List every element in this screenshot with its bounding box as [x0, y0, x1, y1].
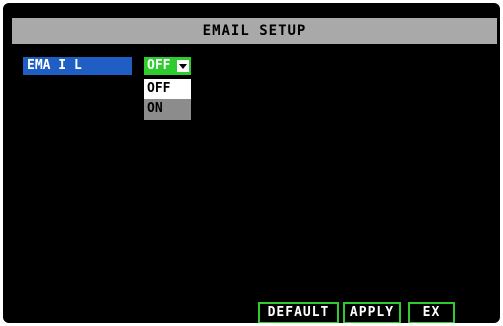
- dvr-screen: EMAIL SETUP EMA I L OFF OFF ON DEFAULT A…: [3, 3, 500, 323]
- apply-button[interactable]: APPLY: [343, 302, 401, 323]
- page-title: EMAIL SETUP: [12, 18, 497, 44]
- chevron-down-icon[interactable]: [177, 60, 189, 72]
- dropdown-option-on[interactable]: ON: [144, 99, 191, 120]
- email-select-value: OFF: [147, 58, 171, 73]
- email-label: EMA I L: [23, 57, 132, 75]
- exit-button[interactable]: EX IT: [408, 302, 455, 323]
- email-dropdown-list: OFF ON: [144, 79, 191, 120]
- dropdown-option-off[interactable]: OFF: [144, 79, 191, 99]
- default-button[interactable]: DEFAULT: [258, 302, 339, 323]
- email-select[interactable]: OFF: [144, 57, 191, 75]
